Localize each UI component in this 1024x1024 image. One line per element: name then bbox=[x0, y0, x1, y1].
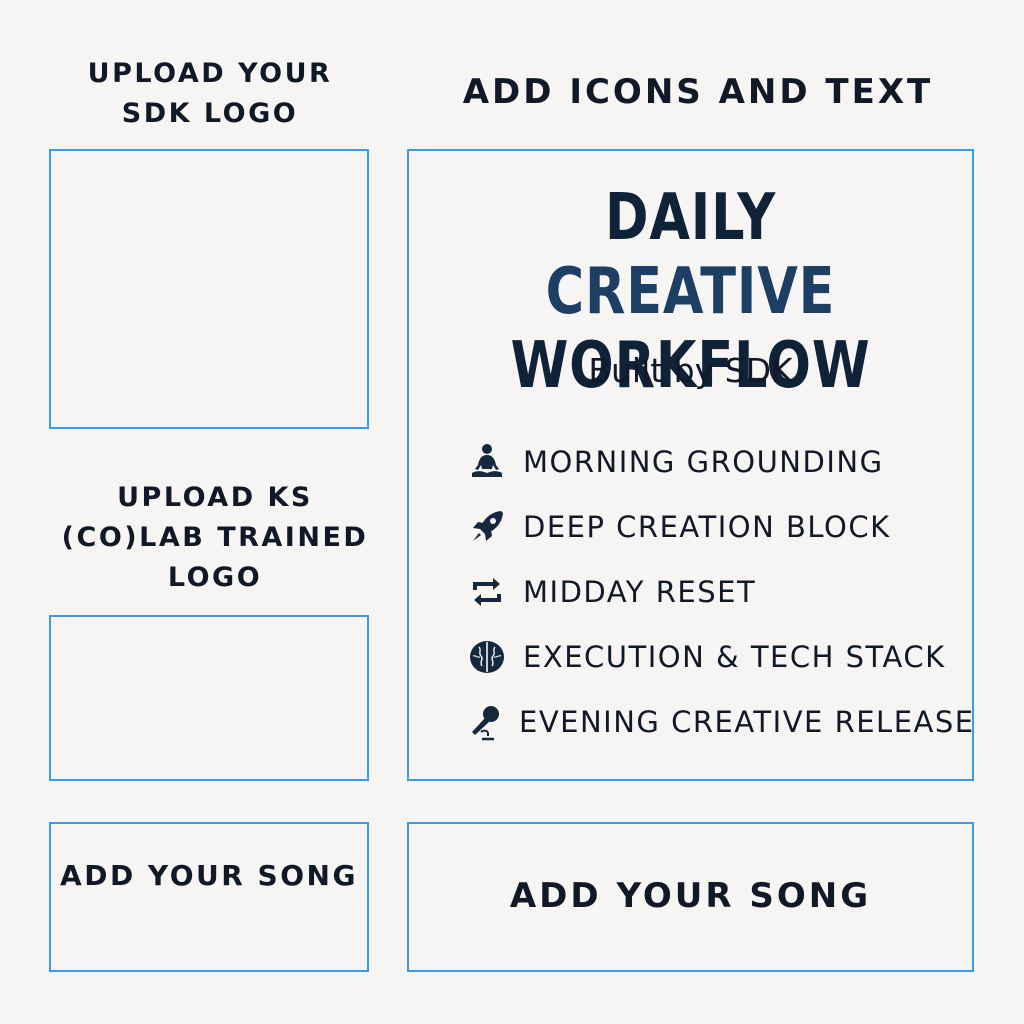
list-item-evening-creative-release: EVENING CREATIVE RELEASE bbox=[465, 689, 973, 754]
sdk-logo-upload-area[interactable] bbox=[49, 149, 369, 429]
song-upload-area-small[interactable]: ADD YOUR SONG bbox=[49, 822, 369, 972]
list-item-execution-tech-stack: EXECUTION & TECH STACK bbox=[465, 624, 965, 689]
rocket-icon bbox=[465, 505, 509, 549]
item-label: DEEP CREATION BLOCK bbox=[523, 509, 891, 544]
brain-icon bbox=[465, 635, 509, 679]
item-label: EVENING CREATIVE RELEASE bbox=[519, 704, 975, 739]
repeat-icon bbox=[465, 570, 509, 614]
microphone-icon bbox=[465, 700, 505, 744]
item-label: MIDDAY RESET bbox=[523, 574, 757, 609]
add-icons-text-label: ADD ICONS AND TEXT bbox=[462, 72, 934, 112]
ks-logo-upload-area[interactable] bbox=[49, 615, 369, 781]
list-item-deep-creation-block: DEEP CREATION BLOCK bbox=[465, 494, 965, 559]
meditation-icon bbox=[465, 440, 509, 484]
title-word-creative: CREATIVE bbox=[545, 255, 836, 329]
item-label: EXECUTION & TECH STACK bbox=[523, 639, 946, 674]
upload-sdk-logo-label: UPLOAD YOUR SDK LOGO bbox=[87, 58, 333, 129]
list-item-midday-reset: MIDDAY RESET bbox=[465, 559, 965, 624]
upload-ks-logo-label: UPLOAD KS (CO)LAB TRAINED LOGO bbox=[61, 482, 369, 593]
template-canvas: UPLOAD YOUR SDK LOGO ADD ICONS AND TEXT … bbox=[0, 0, 1024, 1024]
item-label: MORNING GROUNDING bbox=[523, 444, 884, 479]
title-word-daily: DAILY bbox=[604, 181, 777, 255]
workflow-subtitle: Built by SDK bbox=[588, 351, 793, 390]
song-upload-area-large[interactable]: ADD YOUR SONG bbox=[407, 822, 974, 972]
add-song-label-small: ADD YOUR SONG bbox=[60, 859, 358, 892]
add-song-label-large: ADD YOUR SONG bbox=[509, 876, 872, 916]
workflow-list: MORNING GROUNDING DEEP CREATION BLOCK MI… bbox=[465, 429, 973, 754]
list-item-morning-grounding: MORNING GROUNDING bbox=[465, 429, 965, 494]
workflow-panel: DAILY CREATIVE WORKFLOW Built by SDK MOR… bbox=[407, 149, 974, 781]
